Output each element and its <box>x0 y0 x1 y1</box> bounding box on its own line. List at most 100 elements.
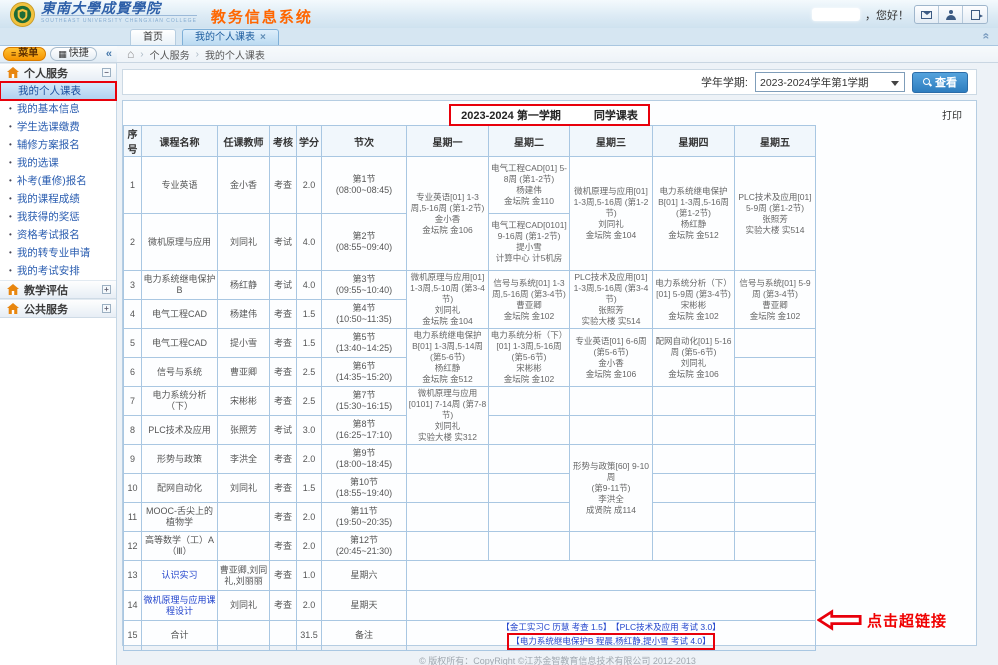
annotation-callout: 点击超链接 <box>817 609 947 631</box>
remark-link-highlighted[interactable]: 【电力系统继电保护B 程晨,杨红静,提小雪 考试 4.0】 <box>507 633 714 650</box>
annotation-hint: 点击超链接 <box>867 610 947 631</box>
plus-icon[interactable]: + <box>102 285 111 294</box>
sidebar-collapse-icon[interactable]: « <box>106 48 114 60</box>
bullet-icon: • <box>9 194 12 203</box>
bullet-icon: • <box>9 176 12 185</box>
schedule-cell: 刘同礼 <box>218 591 270 621</box>
schedule-cell: 2 <box>124 214 142 271</box>
term-select[interactable]: 2023-2024学年第1学期 <box>755 72 905 92</box>
schedule-cell: 第11节 (19:50~20:35) <box>322 503 407 532</box>
schedule-cell: 形势与政策[60] 9-10周 (第9-11节) 李洪全 成贤院 成114 <box>570 445 653 532</box>
sidebar-section-evaluation[interactable]: 教学评估 + <box>0 280 116 299</box>
schedule-cell: 第3节 (09:55~10:40) <box>322 271 407 300</box>
schedule-cell: 电气工程CAD[01] 5-8周 (第1-2节) 杨建伟 金坛院 金110 <box>489 157 570 214</box>
schedule-cell: 电力系统继电保护B[01] 1-3周,5-16周 (第1-2节) 杨红静 金坛院… <box>653 157 735 271</box>
schedule-cell <box>735 329 816 358</box>
schedule-cell: 考试 <box>270 271 297 300</box>
tab-my-schedule[interactable]: 我的个人课表 × <box>182 29 279 45</box>
schedule-cell: MOOC-舌尖上的植物学 <box>142 503 218 532</box>
logout-button[interactable] <box>963 6 987 23</box>
schedule-cell: 考查 <box>270 387 297 416</box>
house-icon <box>7 303 19 314</box>
schedule-cell: 第1节 (08:00~08:45) <box>322 157 407 214</box>
schedule-column-header: 节次 <box>322 126 407 157</box>
schedule-cell: 考查 <box>270 329 297 358</box>
minus-icon[interactable]: − <box>102 68 111 77</box>
arrow-left-icon <box>817 609 863 631</box>
schedule-cell <box>407 503 489 532</box>
bullet-icon: • <box>9 140 12 149</box>
schedule-cell: 金小香 <box>218 157 270 214</box>
app-header: 東南大學成賢學院 SOUTHEAST UNIVERSITY CHENGXIAN … <box>0 0 998 28</box>
sidebar-menu-list: 我的个人课表•我的基本信息•学生选课缴费•辅修方案报名•我的选课•补考(重修)报… <box>0 82 116 280</box>
schedule-row: 1专业英语金小香考查2.0第1节 (08:00~08:45)专业英语[01] 1… <box>124 157 816 214</box>
bullet-icon: • <box>9 212 12 221</box>
sidebar-item[interactable]: •我的考试安排 <box>0 262 116 280</box>
sidebar-item[interactable]: •我的基本信息 <box>0 100 116 118</box>
sidebar-item[interactable]: •我的转专业申请 <box>0 244 116 262</box>
schedule-cell: 曹亚卿,刘同礼,刘丽丽 <box>218 561 270 591</box>
home-icon[interactable]: ⌂ <box>127 47 134 61</box>
course-link[interactable]: 微机原理与应用课程设计 <box>142 591 218 621</box>
schedule-cell: 提小雪 <box>218 329 270 358</box>
schedule-cell: PLC技术及应用[01] 5-9周 (第1-2节) 张照芳 实验大楼 实514 <box>735 157 816 271</box>
sidebar-item[interactable]: 我的个人课表 <box>0 82 116 100</box>
schedule-cell: 刘同礼 <box>218 214 270 271</box>
schedule-cell: 考查 <box>270 532 297 561</box>
main-content: 学年学期: 2023-2024学年第1学期 查看 2023-2024 第一学期 … <box>117 63 998 665</box>
schedule-cell <box>735 387 816 416</box>
schedule-cell: 信号与系统[01] 1-3周,5-16周 (第3-4节) 曹亚卿 金坛院 金10… <box>489 271 570 329</box>
user-name-redacted <box>812 8 860 21</box>
schedule-row: 9形势与政策李洪全考查2.0第9节 (18:00~18:45)形势与政策[60]… <box>124 445 816 474</box>
schedule-cell <box>489 503 570 532</box>
schedule-cell: 2.5 <box>297 387 322 416</box>
schedule-cell: 微机原理与应用[01] 1-3周,5-16周 (第1-2节) 刘同礼 金坛院 金… <box>570 157 653 271</box>
close-icon[interactable]: × <box>260 30 266 45</box>
course-link[interactable]: 认识实习 <box>142 561 218 591</box>
remark-link[interactable]: 【PLC技术及应用 考试 3.0】 <box>615 622 720 632</box>
remark-link[interactable]: 【金工实习C 历慧 考查 1.5】 <box>501 622 611 632</box>
schedule-cell: 2.0 <box>297 503 322 532</box>
menu-button[interactable]: ≡菜单 <box>3 47 46 61</box>
breadcrumb-my-schedule[interactable]: 我的个人课表 <box>205 47 265 62</box>
schedule-cell: 电力系统分析（下）[01] 1-3周,5-16周 (第5-6节) 宋彬彬 金坛院… <box>489 329 570 387</box>
schedule-cell: PLC技术及应用 <box>142 416 218 445</box>
schedule-cell <box>653 474 735 503</box>
school-subtitle: SOUTHEAST UNIVERSITY CHENGXIAN COLLEGE <box>41 15 197 26</box>
sidebar-section-public[interactable]: 公共服务 + <box>0 299 116 318</box>
view-button[interactable]: 查看 <box>912 72 968 93</box>
sidebar-item[interactable]: •我的课程成绩 <box>0 190 116 208</box>
bullet-icon: • <box>9 266 12 275</box>
schedule-cell: 星期天 <box>322 591 407 621</box>
search-icon <box>923 78 931 86</box>
quick-button[interactable]: ▦快捷 <box>50 47 97 61</box>
sidebar-item[interactable]: •我的选课 <box>0 154 116 172</box>
schedule-cell <box>218 532 270 561</box>
schedule-cell: 6 <box>124 358 142 387</box>
sidebar-item[interactable]: •我获得的奖惩 <box>0 208 116 226</box>
schedule-cell: 曹亚卿 <box>218 358 270 387</box>
print-link[interactable]: 打印 <box>942 107 962 122</box>
plus-icon[interactable]: + <box>102 304 111 313</box>
sidebar-item[interactable]: •资格考试报名 <box>0 226 116 244</box>
breadcrumb-personal-service[interactable]: 个人服务 <box>150 47 190 62</box>
logout-icon <box>971 10 980 20</box>
sidebar-item[interactable]: •辅修方案报名 <box>0 136 116 154</box>
collapse-up-icon[interactable]: « <box>980 33 994 40</box>
schedule-cell: 星期六 <box>322 561 407 591</box>
sidebar-item[interactable]: •补考(重修)报名 <box>0 172 116 190</box>
mail-button[interactable] <box>915 6 939 23</box>
schedule-cell: 7 <box>124 387 142 416</box>
schedule-cell: 14 <box>124 591 142 621</box>
user-button[interactable] <box>939 6 963 23</box>
schedule-row: 12高等数学（工）A（Ⅲ）考查2.0第12节 (20:45~21:30) <box>124 532 816 561</box>
tab-home[interactable]: 首页 <box>130 29 176 45</box>
schedule-cell: 8 <box>124 416 142 445</box>
schedule-cell <box>489 474 570 503</box>
schedule-cell: 微机原理与应用[01] 1-3周,5-10周 (第3-4节) 刘同礼 金坛院 金… <box>407 271 489 329</box>
schedule-cell: 考查 <box>270 358 297 387</box>
schedule-cell: 第5节 (13:40~14:25) <box>322 329 407 358</box>
schedule-cell <box>735 358 816 387</box>
sidebar-section-personal[interactable]: 个人服务 − <box>0 63 116 82</box>
sidebar-item[interactable]: •学生选课缴费 <box>0 118 116 136</box>
